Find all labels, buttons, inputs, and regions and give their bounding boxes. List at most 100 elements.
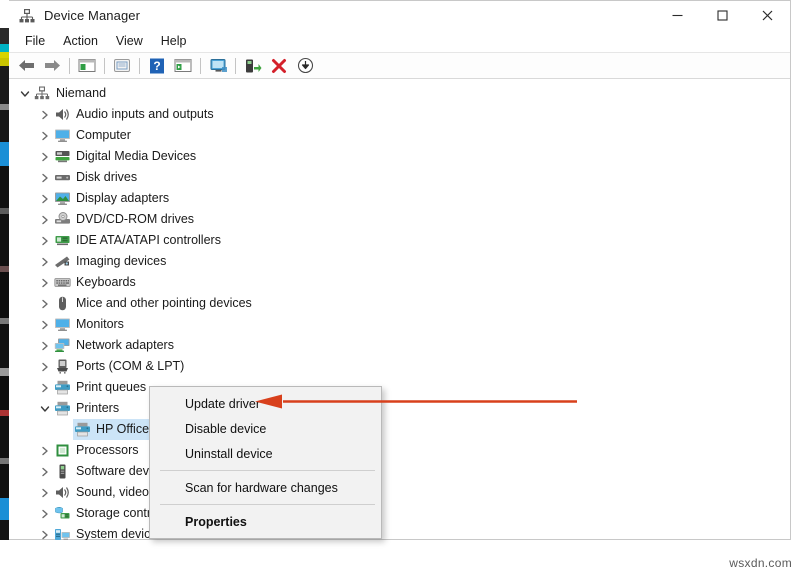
storage-controller-icon	[53, 504, 71, 522]
disable-device-icon[interactable]	[293, 55, 317, 77]
tree-node[interactable]: Ports (COM & LPT)	[9, 356, 790, 377]
tree-node-content[interactable]: Disk drives	[53, 167, 140, 188]
tree-node[interactable]: Audio inputs and outputs	[9, 104, 790, 125]
chevron-right-icon[interactable]	[37, 461, 53, 482]
menu-action[interactable]: Action	[54, 32, 107, 50]
toolbar-separator-3	[139, 58, 140, 74]
menu-view[interactable]: View	[107, 32, 152, 50]
scan-for-hardware-changes-icon[interactable]	[206, 55, 230, 77]
tree-node-content[interactable]: Network adapters	[53, 335, 177, 356]
context-menu-item[interactable]: Properties	[150, 509, 381, 534]
chevron-right-icon[interactable]	[37, 167, 53, 188]
tree-node[interactable]: Monitors	[9, 314, 790, 335]
tree-node-content[interactable]: Processors	[53, 440, 142, 461]
tree-node-label: Mice and other pointing devices	[76, 296, 252, 310]
menu-help[interactable]: Help	[152, 32, 196, 50]
menu-bar: File Action View Help	[9, 30, 790, 53]
chevron-right-icon[interactable]	[37, 335, 53, 356]
tree-node[interactable]: Sound, video and game controllers	[9, 482, 790, 503]
watermark: wsxdn.com	[729, 556, 792, 570]
tree-node[interactable]: DVD/CD-ROM drives	[9, 209, 790, 230]
printer-icon	[53, 378, 71, 396]
minimize-button[interactable]	[655, 1, 700, 30]
chevron-right-icon[interactable]	[37, 482, 53, 503]
chevron-right-icon[interactable]	[37, 503, 53, 524]
tree-node-content[interactable]: Printers	[53, 398, 122, 419]
chevron-right-icon[interactable]	[37, 272, 53, 293]
tree-node-content[interactable]: Keyboards	[53, 272, 139, 293]
uninstall-device-icon[interactable]	[267, 55, 291, 77]
tree-node-content[interactable]: Mice and other pointing devices	[53, 293, 255, 314]
tree-node-content[interactable]: IDE ATA/ATAPI controllers	[53, 230, 224, 251]
tree-node[interactable]: Mice and other pointing devices	[9, 293, 790, 314]
chevron-down-icon[interactable]	[17, 83, 33, 104]
chevron-right-icon[interactable]	[37, 356, 53, 377]
tree-node[interactable]: Software devices	[9, 461, 790, 482]
chevron-right-icon[interactable]	[37, 377, 53, 398]
chevron-right-icon[interactable]	[37, 293, 53, 314]
tree-node-label: Computer	[76, 128, 131, 142]
chevron-right-icon[interactable]	[37, 209, 53, 230]
tree-node-label: Processors	[76, 443, 139, 457]
tree-node[interactable]: Niemand	[9, 83, 790, 104]
chevron-right-icon[interactable]	[37, 314, 53, 335]
tree-node-content[interactable]: Digital Media Devices	[53, 146, 199, 167]
caption-buttons	[655, 1, 790, 30]
show-hide-console-tree-icon[interactable]	[75, 55, 99, 77]
toolbar-separator-5	[235, 58, 236, 74]
help-icon[interactable]: ?	[145, 55, 169, 77]
chevron-right-icon[interactable]	[37, 104, 53, 125]
tree-node-content[interactable]: Niemand	[33, 83, 109, 104]
chevron-right-icon[interactable]	[37, 188, 53, 209]
chevron-right-icon[interactable]	[37, 230, 53, 251]
tree-node[interactable]: HP OfficeJet 3830 series	[9, 419, 790, 440]
tree-node-content[interactable]: Monitors	[53, 314, 127, 335]
media-device-icon	[53, 147, 71, 165]
tree-node[interactable]: Network adapters	[9, 335, 790, 356]
menu-file[interactable]: File	[16, 32, 54, 50]
tree-node-content[interactable]: Ports (COM & LPT)	[53, 356, 187, 377]
tree-node[interactable]: IDE ATA/ATAPI controllers	[9, 230, 790, 251]
context-menu-item[interactable]: Disable device	[150, 416, 381, 441]
chevron-right-icon[interactable]	[37, 125, 53, 146]
chevron-right-icon[interactable]	[37, 440, 53, 461]
toolbar-separator-1	[69, 58, 70, 74]
context-menu-item[interactable]: Scan for hardware changes	[150, 475, 381, 500]
tree-node[interactable]: Display adapters	[9, 188, 790, 209]
tree-node[interactable]: Disk drives	[9, 167, 790, 188]
device-tree[interactable]: Niemand Audio inputs and outputs Computer D…	[9, 79, 790, 538]
back-arrow-icon[interactable]	[14, 55, 38, 77]
tree-node[interactable]: Computer	[9, 125, 790, 146]
forward-arrow-icon[interactable]	[40, 55, 64, 77]
tree-node-label: Niemand	[56, 86, 106, 100]
tree-node-content[interactable]: Audio inputs and outputs	[53, 104, 217, 125]
view-icon[interactable]	[171, 55, 195, 77]
chevron-right-icon[interactable]	[37, 251, 53, 272]
context-menu-item[interactable]: Uninstall device	[150, 441, 381, 466]
tree-node[interactable]: Digital Media Devices	[9, 146, 790, 167]
imaging-device-icon	[53, 252, 71, 270]
screenshot-edge-artifact-top	[0, 0, 9, 58]
tree-node-content[interactable]: Display adapters	[53, 188, 172, 209]
maximize-button[interactable]	[700, 1, 745, 30]
tree-node-label: Network adapters	[76, 338, 174, 352]
mouse-icon	[53, 294, 71, 312]
properties-icon[interactable]	[110, 55, 134, 77]
tree-node-content[interactable]: Computer	[53, 125, 134, 146]
close-button[interactable]	[745, 1, 790, 30]
tree-node[interactable]: Processors	[9, 440, 790, 461]
tree-node[interactable]: Storage controllers	[9, 503, 790, 524]
update-driver-icon[interactable]	[241, 55, 265, 77]
tree-node-content[interactable]: Print queues	[53, 377, 149, 398]
tree-node-content[interactable]: Imaging devices	[53, 251, 169, 272]
chevron-down-icon[interactable]	[37, 398, 53, 419]
chevron-none	[57, 419, 73, 440]
tree-node[interactable]: Keyboards	[9, 272, 790, 293]
title-bar: Device Manager	[9, 1, 790, 30]
tree-node-label: Imaging devices	[76, 254, 166, 268]
toolbar-separator-2	[104, 58, 105, 74]
chevron-right-icon[interactable]	[37, 146, 53, 167]
tree-node[interactable]: Imaging devices	[9, 251, 790, 272]
speaker-icon	[53, 483, 71, 501]
tree-node-content[interactable]: DVD/CD-ROM drives	[53, 209, 197, 230]
